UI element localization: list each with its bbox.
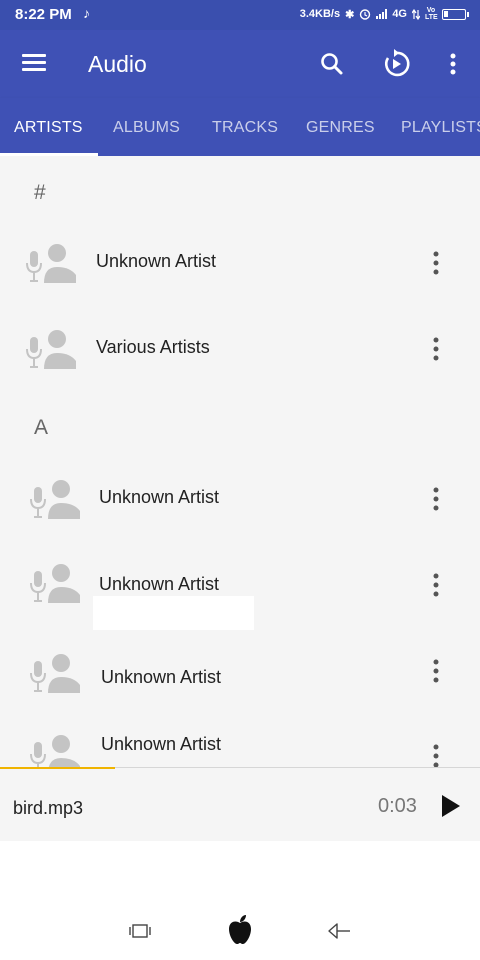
- item-more-icon[interactable]: [426, 245, 446, 281]
- search-icon[interactable]: [316, 48, 348, 80]
- list-item[interactable]: Various Artists: [0, 309, 480, 389]
- playback-time: 0:03: [378, 795, 417, 817]
- item-more-icon[interactable]: [426, 481, 446, 517]
- section-header: #: [34, 181, 46, 204]
- mini-player[interactable]: bird.mp3 0:03: [0, 767, 480, 841]
- tab-bar: ARTISTS ALBUMS TRACKS GENRES PLAYLISTS: [0, 98, 480, 156]
- battery-icon: [442, 8, 469, 20]
- artist-avatar-icon: [30, 735, 80, 767]
- artist-name: Unknown Artist: [96, 251, 217, 271]
- bluetooth-icon: ✱: [345, 8, 355, 21]
- app-toolbar: Audio: [0, 30, 480, 98]
- tab-genres[interactable]: GENRES: [306, 119, 375, 137]
- signal-icon: [376, 9, 388, 19]
- recents-icon[interactable]: [128, 923, 152, 939]
- list-item[interactable]: Unknown Artist: [0, 223, 480, 303]
- resume-playback-icon[interactable]: [380, 48, 412, 80]
- playback-progress: [0, 767, 116, 769]
- item-more-icon[interactable]: [426, 653, 446, 689]
- back-icon[interactable]: [327, 922, 351, 940]
- blank-overlay: [93, 596, 254, 630]
- artist-name: Unknown Artist: [101, 667, 222, 687]
- artist-name: Unknown Artist: [99, 487, 220, 507]
- home-apple-icon[interactable]: [226, 914, 254, 946]
- artist-avatar-icon: [30, 654, 80, 693]
- more-vert-icon[interactable]: [437, 48, 469, 80]
- play-icon[interactable]: [437, 792, 463, 820]
- tab-tracks[interactable]: TRACKS: [212, 119, 278, 137]
- music-note-icon: ♪: [83, 5, 90, 21]
- artist-avatar-icon: [26, 330, 76, 369]
- volte-label: Vo LTE: [425, 7, 438, 21]
- list-item[interactable]: Unknown Artist: [0, 633, 480, 713]
- section-header: A: [34, 416, 49, 439]
- artist-name: Unknown Artist: [101, 734, 222, 754]
- item-more-icon[interactable]: [426, 567, 446, 603]
- artist-name: Various Artists: [96, 337, 210, 357]
- artist-name: Unknown Artist: [99, 574, 220, 594]
- menu-icon[interactable]: [22, 54, 46, 72]
- item-more-icon[interactable]: [426, 738, 446, 767]
- artist-avatar-icon: [30, 480, 80, 519]
- list-item[interactable]: Unknown Artist: [0, 459, 480, 539]
- list-item[interactable]: Unknown Artist: [0, 714, 480, 767]
- tab-artists[interactable]: ARTISTS: [14, 119, 83, 137]
- status-icons: 3.4KB/s ✱ 4G Vo LTE: [299, 7, 469, 21]
- status-bar: 8:22 PM ♪ 3.4KB/s ✱ 4G Vo LTE: [0, 0, 480, 30]
- page-title: Audio: [88, 51, 147, 77]
- status-time: 8:22 PM: [15, 6, 72, 23]
- artist-avatar-icon: [26, 244, 76, 283]
- item-more-icon[interactable]: [426, 331, 446, 367]
- artist-list[interactable]: # Unknown Artist Various Artists A Unkno…: [0, 156, 480, 767]
- now-playing-track: bird.mp3: [13, 798, 84, 818]
- data-arrows-icon: [412, 8, 420, 20]
- alarm-icon: [360, 9, 371, 20]
- network-speed: 3.4KB/s: [299, 8, 341, 20]
- tab-albums[interactable]: ALBUMS: [113, 119, 180, 137]
- network-type: 4G: [392, 8, 407, 20]
- artist-avatar-icon: [30, 564, 80, 603]
- tab-playlists[interactable]: PLAYLISTS: [401, 119, 480, 137]
- system-nav-bar: [0, 900, 480, 960]
